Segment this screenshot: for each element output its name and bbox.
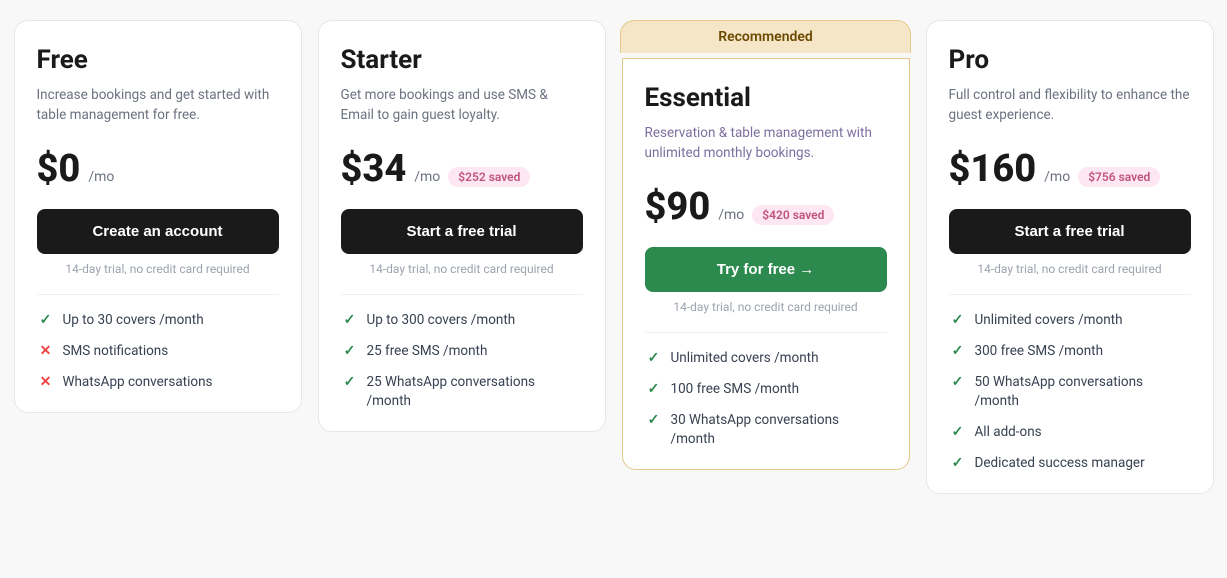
- savings-badge-essential: $420 saved: [752, 205, 834, 225]
- feature-text-pro-0: Unlimited covers /month: [975, 311, 1123, 330]
- savings-badge-starter: $252 saved: [448, 167, 530, 187]
- plan-card-free: Free Increase bookings and get started wi…: [14, 20, 302, 413]
- feature-list-pro: ✓ Unlimited covers /month ✓ 300 free SMS /m…: [949, 311, 1191, 473]
- feature-text-starter-0: Up to 300 covers /month: [367, 311, 516, 330]
- divider-free: [37, 294, 279, 295]
- feature-text-pro-4: Dedicated success manager: [975, 454, 1145, 473]
- feature-item-free-1: ✕ SMS notifications: [37, 342, 279, 361]
- divider-essential: [645, 332, 887, 333]
- feature-text-pro-2: 50 WhatsApp conversations /month: [975, 373, 1191, 411]
- feature-item-essential-2: ✓ 30 WhatsApp conversations /month: [645, 411, 887, 449]
- savings-badge-pro: $756 saved: [1078, 167, 1160, 187]
- check-icon: ✓: [949, 343, 967, 361]
- feature-text-free-2: WhatsApp conversations: [63, 373, 213, 392]
- plan-description-essential: Reservation & table management with unli…: [645, 123, 887, 167]
- trial-note-free: 14-day trial, no credit card required: [37, 262, 279, 276]
- plan-wrapper-essential: RecommendedEssentialReservation & table …: [622, 58, 910, 470]
- plan-wrapper-starter: Starter Get more bookings and use SMS & E…: [318, 20, 606, 432]
- feature-item-pro-3: ✓ All add-ons: [949, 423, 1191, 442]
- price-amount-essential: $90: [645, 185, 711, 229]
- plan-description-free: Increase bookings and get started with t…: [37, 85, 279, 129]
- plan-wrapper-pro: Pro Full control and flexibility to enhan…: [926, 20, 1214, 494]
- plan-name-starter: Starter: [341, 45, 583, 75]
- feature-text-essential-1: 100 free SMS /month: [671, 380, 800, 399]
- cross-icon: ✕: [37, 374, 55, 392]
- feature-item-starter-0: ✓ Up to 300 covers /month: [341, 311, 583, 330]
- price-per-essential: /mo: [718, 207, 744, 223]
- feature-item-pro-0: ✓ Unlimited covers /month: [949, 311, 1191, 330]
- price-amount-pro: $160: [949, 147, 1037, 191]
- feature-item-starter-1: ✓ 25 free SMS /month: [341, 342, 583, 361]
- check-icon: ✓: [341, 312, 359, 330]
- check-icon: ✓: [645, 350, 663, 368]
- recommended-banner: Recommended: [620, 20, 911, 53]
- check-icon: ✓: [645, 381, 663, 399]
- feature-text-starter-1: 25 free SMS /month: [367, 342, 488, 361]
- feature-text-starter-2: 25 WhatsApp conversations /month: [367, 373, 583, 411]
- price-per-pro: /mo: [1044, 169, 1070, 185]
- cta-button-starter[interactable]: Start a free trial: [341, 209, 583, 254]
- plan-name-pro: Pro: [949, 45, 1191, 75]
- feature-text-pro-1: 300 free SMS /month: [975, 342, 1104, 361]
- feature-text-essential-2: 30 WhatsApp conversations /month: [671, 411, 887, 449]
- feature-list-essential: ✓ Unlimited covers /month ✓ 100 free SMS /m…: [645, 349, 887, 449]
- pricing-grid: Free Increase bookings and get started wi…: [14, 20, 1214, 494]
- check-icon: ✓: [341, 343, 359, 361]
- feature-item-free-2: ✕ WhatsApp conversations: [37, 373, 279, 392]
- feature-list-starter: ✓ Up to 300 covers /month ✓ 25 free SMS /mo…: [341, 311, 583, 411]
- feature-item-pro-4: ✓ Dedicated success manager: [949, 454, 1191, 473]
- price-row-starter: $34/mo $252 saved: [341, 147, 583, 191]
- price-row-free: $0/mo: [37, 147, 279, 191]
- plan-card-essential: Essential Reservation & table management …: [622, 58, 910, 470]
- price-per-free: /mo: [88, 169, 114, 185]
- feature-item-starter-2: ✓ 25 WhatsApp conversations /month: [341, 373, 583, 411]
- plan-name-essential: Essential: [645, 83, 887, 113]
- price-per-starter: /mo: [414, 169, 440, 185]
- trial-note-starter: 14-day trial, no credit card required: [341, 262, 583, 276]
- trial-note-pro: 14-day trial, no credit card required: [949, 262, 1191, 276]
- divider-starter: [341, 294, 583, 295]
- check-icon: ✓: [949, 455, 967, 473]
- check-icon: ✓: [949, 374, 967, 392]
- cta-button-pro[interactable]: Start a free trial: [949, 209, 1191, 254]
- price-amount-free: $0: [37, 147, 81, 191]
- feature-item-essential-0: ✓ Unlimited covers /month: [645, 349, 887, 368]
- plan-wrapper-free: Free Increase bookings and get started wi…: [14, 20, 302, 413]
- plan-card-starter: Starter Get more bookings and use SMS & E…: [318, 20, 606, 432]
- feature-text-free-0: Up to 30 covers /month: [63, 311, 204, 330]
- check-icon: ✓: [949, 312, 967, 330]
- feature-text-essential-0: Unlimited covers /month: [671, 349, 819, 368]
- check-icon: ✓: [37, 312, 55, 330]
- trial-note-essential: 14-day trial, no credit card required: [645, 300, 887, 314]
- divider-pro: [949, 294, 1191, 295]
- price-amount-starter: $34: [341, 147, 407, 191]
- cta-button-free[interactable]: Create an account: [37, 209, 279, 254]
- plan-description-starter: Get more bookings and use SMS & Email to…: [341, 85, 583, 129]
- feature-item-free-0: ✓ Up to 30 covers /month: [37, 311, 279, 330]
- feature-text-pro-3: All add-ons: [975, 423, 1042, 442]
- check-icon: ✓: [341, 374, 359, 392]
- check-icon: ✓: [645, 412, 663, 430]
- cta-button-essential[interactable]: Try for free →: [645, 247, 887, 292]
- feature-item-pro-2: ✓ 50 WhatsApp conversations /month: [949, 373, 1191, 411]
- plan-card-pro: Pro Full control and flexibility to enhan…: [926, 20, 1214, 494]
- check-icon: ✓: [949, 424, 967, 442]
- feature-item-pro-1: ✓ 300 free SMS /month: [949, 342, 1191, 361]
- feature-text-free-1: SMS notifications: [63, 342, 169, 361]
- price-row-pro: $160/mo $756 saved: [949, 147, 1191, 191]
- feature-list-free: ✓ Up to 30 covers /month ✕ SMS notification…: [37, 311, 279, 392]
- cross-icon: ✕: [37, 343, 55, 361]
- plan-name-free: Free: [37, 45, 279, 75]
- price-row-essential: $90/mo $420 saved: [645, 185, 887, 229]
- feature-item-essential-1: ✓ 100 free SMS /month: [645, 380, 887, 399]
- plan-description-pro: Full control and flexibility to enhance …: [949, 85, 1191, 129]
